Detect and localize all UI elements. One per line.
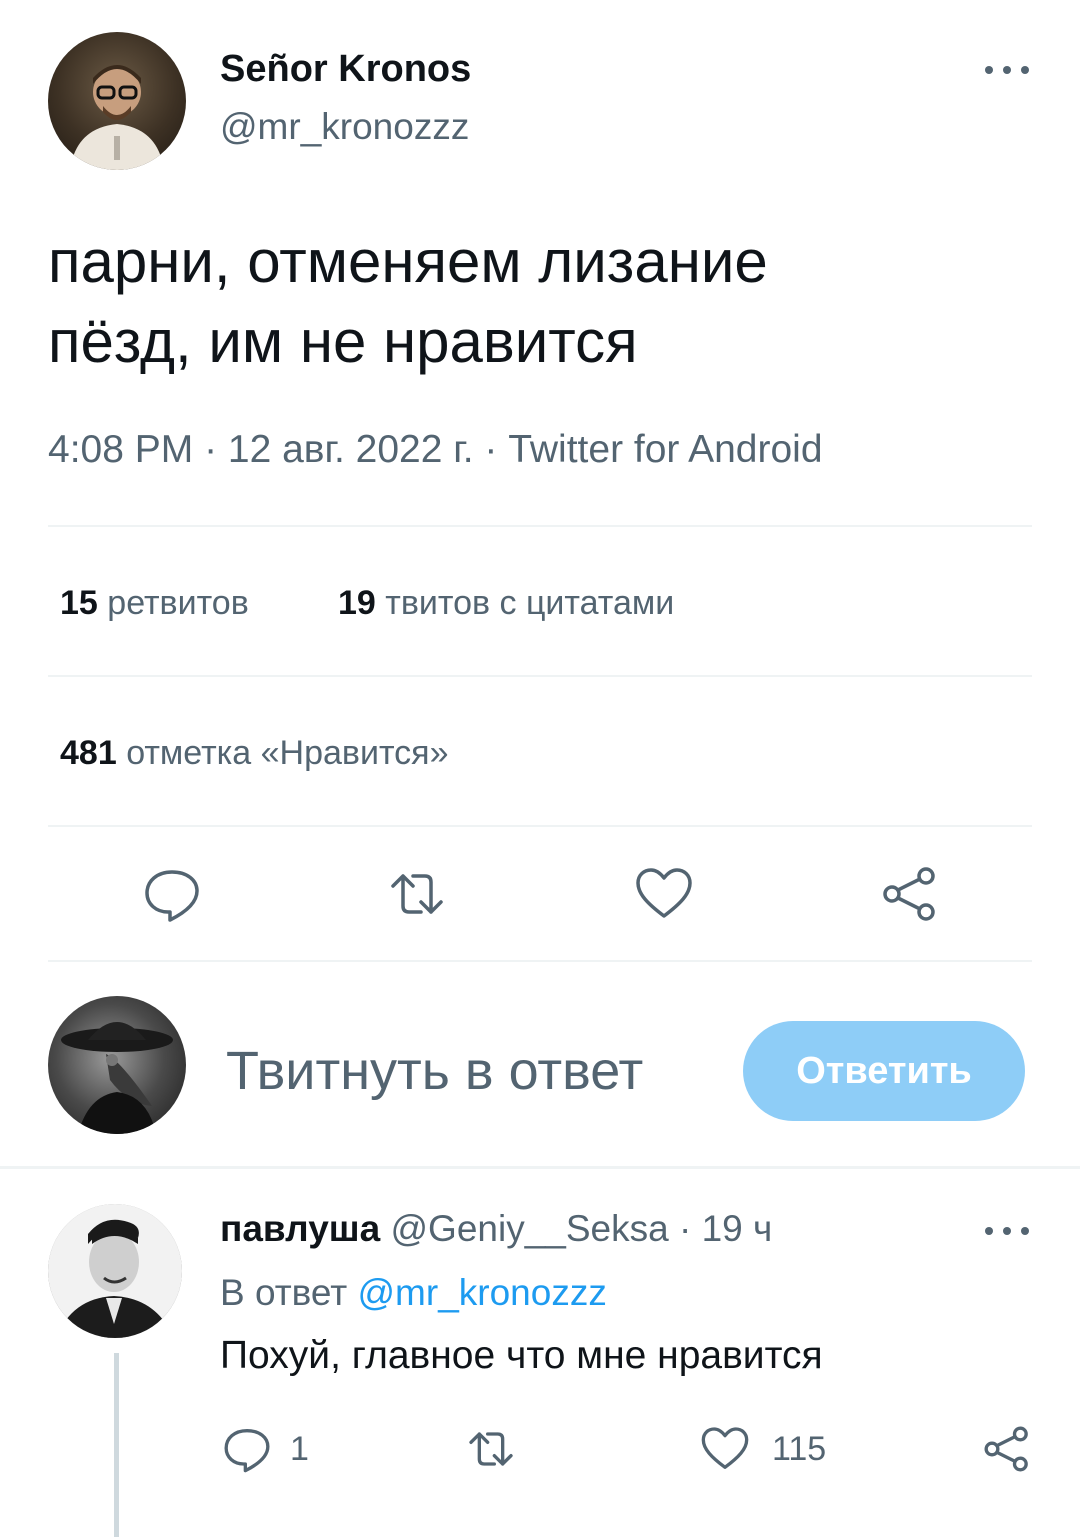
likes-count: 481 — [60, 734, 117, 772]
divider — [48, 960, 1032, 962]
tweet-timestamp-source[interactable]: 4:08 PM · 12 авг. 2022 г. · Twitter for … — [48, 428, 823, 472]
reply-header: павлуша @Geniy__Seksa · 19 ч — [220, 1208, 772, 1250]
reply-author-avatar-image — [48, 1204, 182, 1338]
divider — [0, 1166, 1080, 1169]
quotes-count: 19 — [338, 584, 376, 622]
divider — [48, 825, 1032, 827]
likes-label: отметка «Нравится» — [126, 734, 449, 772]
reply-share-icon[interactable] — [982, 1424, 1032, 1474]
thread-line — [114, 1353, 119, 1537]
author-display-name[interactable]: Señor Kronos — [220, 48, 471, 91]
retweets-stat[interactable]: 15 ретвитов — [60, 584, 249, 623]
reply-separator: · — [678, 1208, 692, 1249]
author-avatar-image — [70, 65, 164, 170]
reply-submit-button[interactable]: Ответить — [743, 1021, 1025, 1121]
author-handle[interactable]: @mr_kronozzz — [220, 106, 469, 148]
author-avatar[interactable] — [48, 32, 186, 170]
reply-time[interactable]: 19 ч — [702, 1208, 773, 1249]
reply-more-options-icon[interactable] — [985, 1221, 1029, 1241]
replying-to: В ответ @mr_kronozzz — [220, 1272, 607, 1314]
tweet-text: парни, отменяем лизание пёзд, им не нрав… — [48, 228, 768, 375]
more-options-icon[interactable] — [985, 60, 1029, 80]
divider — [48, 675, 1032, 677]
reply-like-count: 115 — [772, 1430, 827, 1468]
current-user-avatar — [48, 996, 186, 1134]
divider — [48, 525, 1032, 527]
reply-author-name[interactable]: павлуша — [220, 1208, 380, 1249]
quote-tweets-stat[interactable]: 19 твитов с цитатами — [338, 584, 674, 623]
retweet-icon[interactable] — [387, 864, 447, 924]
quotes-label: твитов с цитатами — [385, 584, 675, 622]
retweets-label: ретвитов — [107, 584, 249, 622]
reply-compose-input[interactable]: Твитнуть в ответ — [226, 1040, 643, 1102]
reply-text: Похуй, главное что мне нравится — [220, 1334, 823, 1377]
reply-author-avatar[interactable] — [48, 1204, 182, 1338]
like-icon[interactable] — [634, 864, 694, 924]
current-user-avatar-image — [61, 1022, 173, 1134]
share-icon[interactable] — [880, 864, 940, 924]
reply-icon[interactable] — [142, 864, 202, 924]
likes-stat[interactable]: 481 отметка «Нравится» — [60, 734, 448, 773]
replying-to-prefix: В ответ — [220, 1272, 348, 1313]
reply-author-handle[interactable]: @Geniy__Seksa — [390, 1208, 668, 1249]
replying-to-mention[interactable]: @mr_kronozzz — [358, 1272, 607, 1313]
retweets-count: 15 — [60, 584, 98, 622]
reply-reply-count: 1 — [290, 1430, 309, 1468]
reply-retweet-icon[interactable] — [466, 1424, 516, 1474]
reply-like-icon[interactable] — [700, 1424, 750, 1474]
reply-reply-icon[interactable] — [222, 1424, 272, 1474]
